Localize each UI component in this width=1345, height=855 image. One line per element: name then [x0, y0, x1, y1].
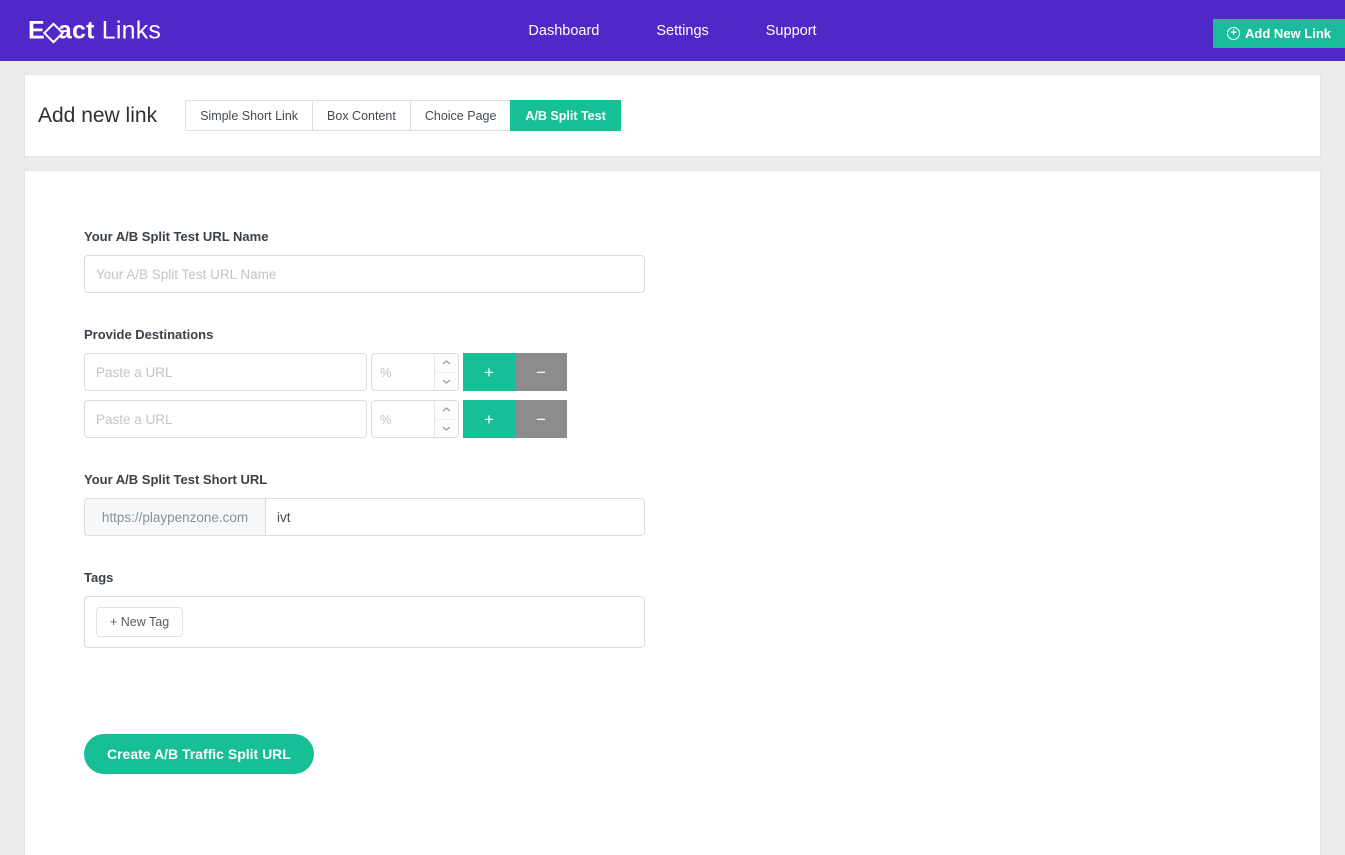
tags-label: Tags — [84, 570, 114, 585]
tags-group: Tags + New Tag — [84, 570, 1320, 648]
destinations-group: Provide Destinations + − — [84, 327, 1320, 438]
add-new-link-header-card: Add new link Simple Short Link Box Conte… — [24, 74, 1321, 157]
add-destination-button[interactable]: + — [463, 353, 515, 391]
short-url-slug-input[interactable] — [265, 498, 645, 536]
destination-percent-stepper — [371, 400, 459, 438]
url-name-group: Your A/B Split Test URL Name — [84, 229, 1320, 293]
add-new-link-label: Add New Link — [1245, 26, 1331, 41]
page-title: Add new link — [38, 103, 158, 127]
short-url-label: Your A/B Split Test Short URL — [84, 472, 268, 487]
nav-item-support[interactable]: Support — [766, 23, 817, 39]
short-url-input-group: https://playpenzone.com — [84, 498, 1320, 536]
percent-spinner — [434, 401, 458, 437]
remove-destination-button[interactable]: − — [515, 353, 567, 391]
create-ab-traffic-split-url-button[interactable]: Create A/B Traffic Split URL — [84, 734, 314, 774]
destinations-label: Provide Destinations — [84, 327, 214, 342]
circle-plus-icon: + — [1227, 27, 1241, 40]
nav-item-settings[interactable]: Settings — [656, 23, 708, 39]
short-url-domain-prefix: https://playpenzone.com — [84, 498, 265, 536]
percent-spinner — [434, 354, 458, 390]
add-destination-button[interactable]: + — [463, 400, 515, 438]
tab-ab-split-test[interactable]: A/B Split Test — [510, 100, 621, 131]
submit-row: Create A/B Traffic Split URL — [84, 734, 1320, 774]
chevron-down-icon — [442, 426, 451, 431]
new-tag-button[interactable]: + New Tag — [96, 607, 184, 637]
percent-increment-button[interactable] — [435, 401, 458, 420]
destination-url-input[interactable] — [84, 400, 367, 438]
short-url-group: Your A/B Split Test Short URL https://pl… — [84, 472, 1320, 536]
destination-percent-stepper — [371, 353, 459, 391]
destination-url-input[interactable] — [84, 353, 367, 391]
url-name-label: Your A/B Split Test URL Name — [84, 229, 269, 244]
percent-decrement-button[interactable] — [435, 372, 458, 390]
destination-row: + − — [84, 353, 1320, 391]
chevron-up-icon — [442, 360, 451, 365]
tags-container[interactable]: + New Tag — [84, 596, 645, 648]
top-navbar: Eact Links Dashboard Settings Support + … — [0, 0, 1345, 61]
percent-increment-button[interactable] — [435, 354, 458, 373]
tab-choice-page[interactable]: Choice Page — [409, 100, 511, 131]
destination-percent-input[interactable] — [372, 354, 434, 390]
primary-navigation: Dashboard Settings Support — [0, 23, 1345, 39]
percent-decrement-button[interactable] — [435, 419, 458, 437]
chevron-down-icon — [442, 379, 451, 384]
add-new-link-button[interactable]: + Add New Link — [1213, 19, 1345, 48]
destination-row: + − — [84, 400, 1320, 438]
chevron-up-icon — [442, 407, 451, 412]
ab-split-test-form-card: Your A/B Split Test URL Name Provide Des… — [24, 170, 1321, 855]
link-type-tabs: Simple Short Link Box Content Choice Pag… — [185, 100, 621, 131]
nav-item-dashboard[interactable]: Dashboard — [528, 23, 599, 39]
tab-box-content[interactable]: Box Content — [312, 100, 410, 131]
url-name-input[interactable] — [84, 255, 645, 293]
remove-destination-button[interactable]: − — [515, 400, 567, 438]
destination-percent-input[interactable] — [372, 401, 434, 437]
tab-simple-short-link[interactable]: Simple Short Link — [185, 100, 313, 131]
